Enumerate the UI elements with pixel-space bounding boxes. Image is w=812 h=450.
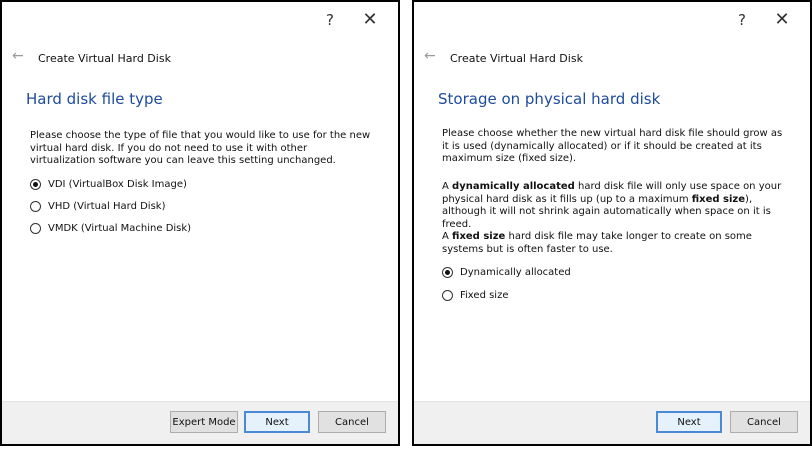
text-run: A	[442, 231, 453, 242]
radio-label: Fixed size	[460, 290, 509, 301]
radio-vhd[interactable]: VHD (Virtual Hard Disk)	[30, 201, 166, 212]
radio-label: VHD (Virtual Hard Disk)	[48, 201, 166, 212]
radio-button-icon[interactable]	[442, 290, 453, 301]
next-button[interactable]: Next	[656, 411, 722, 433]
dialog-storage-on-physical-disk: ? ✕ ← Create Virtual Hard Disk Storage o…	[412, 0, 812, 446]
radio-button-icon[interactable]	[442, 267, 453, 278]
description: Please choose the type of file that you …	[30, 130, 371, 166]
next-button[interactable]: Next	[244, 411, 310, 433]
radio-label: Dynamically allocated	[460, 267, 571, 278]
bold-term: dynamically allocated	[452, 181, 575, 192]
radio-button-icon[interactable]	[30, 201, 41, 212]
back-arrow-icon[interactable]: ←	[12, 48, 24, 64]
wizard-title: Create Virtual Hard Disk	[38, 52, 171, 65]
close-icon[interactable]: ✕	[354, 8, 386, 32]
fixed-description: A fixed size hard disk file may take lon…	[442, 231, 786, 256]
cancel-button[interactable]: Cancel	[730, 411, 798, 433]
radio-button-icon[interactable]	[30, 223, 41, 234]
help-button[interactable]: ?	[314, 8, 346, 32]
button-bar: Expert Mode Next Cancel	[2, 401, 398, 444]
title-bar: ? ✕	[414, 2, 810, 38]
description: Please choose whether the new virtual ha…	[442, 128, 783, 164]
text-run: A	[442, 181, 453, 192]
page-title: Storage on physical hard disk	[438, 90, 661, 108]
bold-term: fixed size	[452, 231, 506, 242]
radio-label: VMDK (Virtual Machine Disk)	[48, 223, 192, 234]
title-bar: ? ✕	[2, 2, 398, 38]
radio-fixed-size[interactable]: Fixed size	[442, 290, 508, 301]
button-bar: Next Cancel	[414, 401, 810, 444]
bold-term: fixed size	[691, 193, 746, 205]
radio-vdi[interactable]: VDI (VirtualBox Disk Image)	[30, 179, 187, 190]
radio-button-icon[interactable]	[30, 179, 41, 190]
cancel-button[interactable]: Cancel	[318, 411, 386, 433]
expert-mode-button[interactable]: Expert Mode	[170, 411, 238, 433]
radio-label: VDI (VirtualBox Disk Image)	[48, 179, 187, 190]
close-icon[interactable]: ✕	[766, 8, 798, 32]
help-button[interactable]: ?	[726, 8, 758, 32]
radio-dynamically-allocated[interactable]: Dynamically allocated	[442, 267, 571, 278]
dialog-hard-disk-file-type: ? ✕ ← Create Virtual Hard Disk Hard disk…	[0, 0, 400, 446]
wizard-title: Create Virtual Hard Disk	[450, 52, 583, 65]
page-title: Hard disk file type	[26, 90, 163, 108]
dynamic-description: A dynamically allocated hard disk file w…	[442, 181, 786, 231]
back-arrow-icon[interactable]: ←	[424, 48, 436, 64]
radio-vmdk[interactable]: VMDK (Virtual Machine Disk)	[30, 223, 191, 234]
